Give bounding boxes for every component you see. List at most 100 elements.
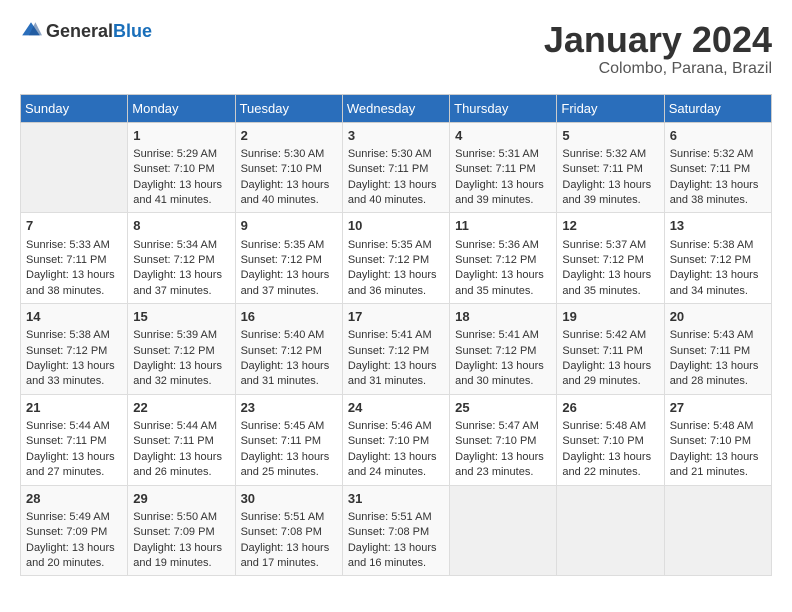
calendar-cell: 11Sunrise: 5:36 AMSunset: 7:12 PMDayligh… bbox=[450, 213, 557, 304]
day-info-line: and 25 minutes. bbox=[241, 465, 337, 480]
calendar-header: SundayMondayTuesdayWednesdayThursdayFrid… bbox=[21, 94, 772, 122]
title-area: January 2024 Colombo, Parana, Brazil bbox=[544, 20, 772, 78]
day-info-line: Sunset: 7:09 PM bbox=[133, 525, 229, 540]
logo-text-general: General bbox=[46, 21, 113, 41]
day-info-line: Daylight: 13 hours bbox=[26, 359, 122, 374]
day-info-line: Sunset: 7:12 PM bbox=[241, 344, 337, 359]
day-info-line: Sunrise: 5:44 AM bbox=[26, 419, 122, 434]
day-info-line: Daylight: 13 hours bbox=[562, 450, 658, 465]
day-info-line: and 35 minutes. bbox=[455, 284, 551, 299]
day-number: 24 bbox=[348, 399, 444, 417]
day-info-line: Sunset: 7:11 PM bbox=[455, 162, 551, 177]
day-info-line: and 29 minutes. bbox=[562, 374, 658, 389]
day-info-line: and 32 minutes. bbox=[133, 374, 229, 389]
day-info-line: Sunset: 7:11 PM bbox=[670, 162, 766, 177]
day-info-line: Daylight: 13 hours bbox=[455, 359, 551, 374]
day-number: 13 bbox=[670, 217, 766, 235]
calendar-body: 1Sunrise: 5:29 AMSunset: 7:10 PMDaylight… bbox=[21, 122, 772, 576]
header-cell-monday: Monday bbox=[128, 94, 235, 122]
day-info-line: Daylight: 13 hours bbox=[348, 178, 444, 193]
calendar-cell: 1Sunrise: 5:29 AMSunset: 7:10 PMDaylight… bbox=[128, 122, 235, 213]
day-info-line: Daylight: 13 hours bbox=[241, 268, 337, 283]
day-info-line: and 35 minutes. bbox=[562, 284, 658, 299]
day-info-line: Sunrise: 5:49 AM bbox=[26, 510, 122, 525]
day-info-line: Sunset: 7:11 PM bbox=[348, 162, 444, 177]
calendar-cell: 29Sunrise: 5:50 AMSunset: 7:09 PMDayligh… bbox=[128, 485, 235, 576]
day-info-line: Sunset: 7:12 PM bbox=[455, 344, 551, 359]
day-info-line: Sunrise: 5:46 AM bbox=[348, 419, 444, 434]
day-info-line: Sunrise: 5:30 AM bbox=[348, 147, 444, 162]
day-info-line: Daylight: 13 hours bbox=[670, 178, 766, 193]
day-info-line: Sunset: 7:12 PM bbox=[348, 344, 444, 359]
day-info-line: and 41 minutes. bbox=[133, 193, 229, 208]
day-info-line: Sunset: 7:11 PM bbox=[241, 434, 337, 449]
calendar-cell: 5Sunrise: 5:32 AMSunset: 7:11 PMDaylight… bbox=[557, 122, 664, 213]
day-number: 19 bbox=[562, 308, 658, 326]
day-number: 31 bbox=[348, 490, 444, 508]
day-info-line: Sunset: 7:10 PM bbox=[133, 162, 229, 177]
day-info-line: Daylight: 13 hours bbox=[26, 541, 122, 556]
day-info-line: and 40 minutes. bbox=[241, 193, 337, 208]
header-cell-friday: Friday bbox=[557, 94, 664, 122]
day-number: 11 bbox=[455, 217, 551, 235]
day-info-line: Daylight: 13 hours bbox=[26, 450, 122, 465]
calendar-cell bbox=[21, 122, 128, 213]
day-info-line: and 17 minutes. bbox=[241, 556, 337, 571]
day-info-line: and 24 minutes. bbox=[348, 465, 444, 480]
calendar-cell: 8Sunrise: 5:34 AMSunset: 7:12 PMDaylight… bbox=[128, 213, 235, 304]
day-info-line: Daylight: 13 hours bbox=[133, 541, 229, 556]
day-info-line: and 21 minutes. bbox=[670, 465, 766, 480]
day-info-line: Sunset: 7:12 PM bbox=[241, 253, 337, 268]
day-info-line: Sunset: 7:12 PM bbox=[670, 253, 766, 268]
day-info-line: Sunrise: 5:38 AM bbox=[670, 238, 766, 253]
day-info-line: Sunrise: 5:36 AM bbox=[455, 238, 551, 253]
day-info-line: and 27 minutes. bbox=[26, 465, 122, 480]
day-info-line: Sunrise: 5:30 AM bbox=[241, 147, 337, 162]
calendar-table: SundayMondayTuesdayWednesdayThursdayFrid… bbox=[20, 94, 772, 577]
day-info-line: and 37 minutes. bbox=[133, 284, 229, 299]
day-info-line: Sunrise: 5:34 AM bbox=[133, 238, 229, 253]
day-info-line: Sunrise: 5:41 AM bbox=[455, 328, 551, 343]
day-info-line: and 36 minutes. bbox=[348, 284, 444, 299]
day-info-line: Daylight: 13 hours bbox=[348, 359, 444, 374]
header-cell-thursday: Thursday bbox=[450, 94, 557, 122]
day-info-line: Sunset: 7:10 PM bbox=[455, 434, 551, 449]
day-number: 4 bbox=[455, 127, 551, 145]
calendar-cell: 3 Sunrise: 5:30 AMSunset: 7:11 PMDaylight… bbox=[342, 122, 449, 213]
day-info-line: Daylight: 13 hours bbox=[241, 359, 337, 374]
calendar-cell: 20Sunrise: 5:43 AMSunset: 7:11 PMDayligh… bbox=[664, 304, 771, 395]
day-info-line: Daylight: 13 hours bbox=[562, 178, 658, 193]
day-info-line: and 31 minutes. bbox=[241, 374, 337, 389]
day-info-line: Daylight: 13 hours bbox=[670, 268, 766, 283]
calendar-week-row: 14Sunrise: 5:38 AMSunset: 7:12 PMDayligh… bbox=[21, 304, 772, 395]
day-info-line: Daylight: 13 hours bbox=[348, 541, 444, 556]
day-info-line: Daylight: 13 hours bbox=[133, 359, 229, 374]
day-info-line: Sunrise: 5:32 AM bbox=[670, 147, 766, 162]
day-info-line: Sunrise: 5:42 AM bbox=[562, 328, 658, 343]
calendar-cell: 13 Sunrise: 5:38 AMSunset: 7:12 PMDayligh… bbox=[664, 213, 771, 304]
day-number: 3 bbox=[348, 127, 444, 145]
day-info-line: Sunrise: 5:44 AM bbox=[133, 419, 229, 434]
day-number: 14 bbox=[26, 308, 122, 326]
day-info-line: Sunrise: 5:33 AM bbox=[26, 238, 122, 253]
calendar-cell: 4Sunrise: 5:31 AMSunset: 7:11 PMDaylight… bbox=[450, 122, 557, 213]
header-cell-saturday: Saturday bbox=[664, 94, 771, 122]
calendar-cell: 23Sunrise: 5:45 AMSunset: 7:11 PMDayligh… bbox=[235, 394, 342, 485]
day-number: 21 bbox=[26, 399, 122, 417]
calendar-cell: 18Sunrise: 5:41 AMSunset: 7:12 PMDayligh… bbox=[450, 304, 557, 395]
header-cell-tuesday: Tuesday bbox=[235, 94, 342, 122]
calendar-week-row: 1Sunrise: 5:29 AMSunset: 7:10 PMDaylight… bbox=[21, 122, 772, 213]
calendar-cell: 27Sunrise: 5:48 AMSunset: 7:10 PMDayligh… bbox=[664, 394, 771, 485]
calendar-cell: 12Sunrise: 5:37 AMSunset: 7:12 PMDayligh… bbox=[557, 213, 664, 304]
calendar-cell: 15Sunrise: 5:39 AMSunset: 7:12 PMDayligh… bbox=[128, 304, 235, 395]
day-number: 5 bbox=[562, 127, 658, 145]
calendar-cell: 7Sunrise: 5:33 AMSunset: 7:11 PMDaylight… bbox=[21, 213, 128, 304]
day-info-line: Sunset: 7:12 PM bbox=[455, 253, 551, 268]
calendar-cell: 16Sunrise: 5:40 AMSunset: 7:12 PMDayligh… bbox=[235, 304, 342, 395]
calendar-cell: 25Sunrise: 5:47 AMSunset: 7:10 PMDayligh… bbox=[450, 394, 557, 485]
day-info-line: Sunrise: 5:35 AM bbox=[348, 238, 444, 253]
day-number: 15 bbox=[133, 308, 229, 326]
day-info-line: Daylight: 13 hours bbox=[562, 359, 658, 374]
day-info-line: Daylight: 13 hours bbox=[562, 268, 658, 283]
logo: GeneralBlue bbox=[20, 20, 152, 42]
